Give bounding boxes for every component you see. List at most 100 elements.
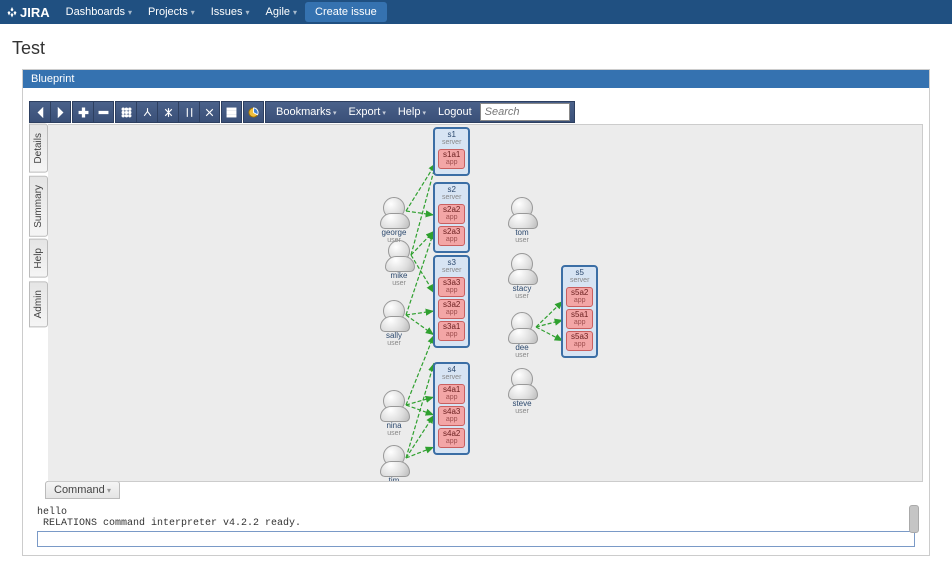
- user-node-sally[interactable]: sallyuser: [378, 300, 410, 348]
- server-label: s2server: [438, 186, 465, 202]
- server-node-s4[interactable]: s4server s4a1apps4a3apps4a2app: [433, 362, 470, 455]
- graph-edge: [406, 311, 434, 315]
- graph-canvas[interactable]: georgeuser mikeuser sallyuser ninauser timus…: [48, 124, 923, 482]
- list-view-button[interactable]: [221, 101, 242, 123]
- brand-text: JIRA: [20, 5, 50, 20]
- user-label: deeuser: [506, 344, 538, 360]
- layout-network-button[interactable]: [157, 101, 178, 123]
- app-node-s4a3[interactable]: s4a3app: [438, 406, 465, 426]
- user-label: timuser: [378, 477, 410, 482]
- console-output: hello RELATIONS command interpreter v4.2…: [31, 505, 921, 529]
- server-label: s4server: [438, 366, 465, 382]
- app-node-s4a1[interactable]: s4a1app: [438, 384, 465, 404]
- sidetab-details[interactable]: Details: [29, 124, 48, 173]
- user-label: sallyuser: [378, 332, 410, 348]
- server-node-s5[interactable]: s5server s5a2apps5a1apps5a3app: [561, 265, 598, 358]
- user-node-tim[interactable]: timuser: [378, 445, 410, 482]
- app-node-s2a3[interactable]: s2a3app: [438, 226, 465, 246]
- graph-edge: [406, 335, 434, 405]
- sidetab-admin[interactable]: Admin: [29, 281, 48, 327]
- help-menu[interactable]: Help: [392, 106, 432, 118]
- blueprint-panel: Blueprint: [22, 69, 930, 556]
- server-node-s1[interactable]: s1server s1a1app: [433, 127, 470, 176]
- chart-button[interactable]: [243, 101, 264, 123]
- command-tab[interactable]: Command: [45, 481, 120, 499]
- app-node-s4a2[interactable]: s4a2app: [438, 428, 465, 448]
- user-node-steve[interactable]: steveuser: [506, 368, 538, 416]
- top-nav: JIRA Dashboards Projects Issues Agile Cr…: [0, 0, 952, 24]
- server-node-s2[interactable]: s2server s2a2apps2a3app: [433, 182, 470, 253]
- user-avatar-icon: [383, 390, 405, 412]
- graph-edge: [406, 415, 434, 458]
- zoom-in-button[interactable]: [72, 101, 93, 123]
- jira-logo[interactable]: JIRA: [6, 5, 50, 20]
- user-avatar-icon: [511, 312, 533, 334]
- layout-tree-button[interactable]: [136, 101, 157, 123]
- app-node-s2a2[interactable]: s2a2app: [438, 204, 465, 224]
- user-node-stacy[interactable]: stacyuser: [506, 253, 538, 301]
- nav-projects[interactable]: Projects: [140, 2, 203, 22]
- server-label: s1server: [438, 131, 465, 147]
- bookmarks-menu[interactable]: Bookmarks: [270, 106, 343, 118]
- app-node-s5a2[interactable]: s5a2app: [566, 287, 593, 307]
- user-label: mikeuser: [383, 272, 415, 288]
- graph-edge: [406, 315, 434, 335]
- app-node-s5a3[interactable]: s5a3app: [566, 331, 593, 351]
- graph-edge: [536, 320, 563, 327]
- console-input[interactable]: [37, 531, 915, 547]
- export-menu[interactable]: Export: [343, 106, 392, 118]
- graph-edge: [406, 363, 434, 458]
- user-node-mike[interactable]: mikeuser: [383, 240, 415, 288]
- page-title: Test: [0, 24, 952, 69]
- user-label: georgeuser: [378, 229, 410, 245]
- create-issue-button[interactable]: Create issue: [305, 2, 387, 22]
- app-node-s5a1[interactable]: s5a1app: [566, 309, 593, 329]
- nav-dashboards[interactable]: Dashboards: [58, 2, 140, 22]
- graph-edge: [536, 327, 563, 341]
- user-label: steveuser: [506, 400, 538, 416]
- graph-edge: [406, 405, 434, 415]
- user-avatar-icon: [511, 253, 533, 275]
- graph-edge: [536, 301, 563, 327]
- app-node-s3a1[interactable]: s3a1app: [438, 321, 465, 341]
- nav-agile[interactable]: Agile: [258, 2, 305, 22]
- graph-edge: [406, 447, 434, 458]
- user-avatar-icon: [383, 300, 405, 322]
- app-node-s3a2[interactable]: s3a2app: [438, 299, 465, 319]
- server-node-s3[interactable]: s3server s3a3apps3a2apps3a1app: [433, 255, 470, 348]
- sidetab-summary[interactable]: Summary: [29, 176, 48, 237]
- user-label: ninauser: [378, 422, 410, 438]
- user-node-nina[interactable]: ninauser: [378, 390, 410, 438]
- user-avatar-icon: [383, 445, 405, 467]
- search-box: [480, 103, 570, 121]
- nav-back-button[interactable]: [29, 101, 50, 123]
- user-label: stacyuser: [506, 285, 538, 301]
- user-avatar-icon: [511, 197, 533, 219]
- graph-edge: [406, 211, 434, 215]
- sidetab-help[interactable]: Help: [29, 239, 48, 278]
- user-node-tom[interactable]: tomuser: [506, 197, 538, 245]
- zoom-out-button[interactable]: [93, 101, 114, 123]
- grid-button[interactable]: [115, 101, 136, 123]
- server-label: s3server: [438, 259, 465, 275]
- panel-header: Blueprint: [23, 70, 929, 88]
- app-node-s3a3[interactable]: s3a3app: [438, 277, 465, 297]
- search-input[interactable]: [480, 103, 570, 121]
- console-scrollbar[interactable]: [909, 505, 919, 533]
- graph-edge: [406, 397, 434, 405]
- server-label: s5server: [566, 269, 593, 285]
- app-node-s1a1[interactable]: s1a1app: [438, 149, 465, 169]
- nav-issues[interactable]: Issues: [203, 2, 258, 22]
- user-node-dee[interactable]: deeuser: [506, 312, 538, 360]
- console: hello RELATIONS command interpreter v4.2…: [31, 505, 921, 547]
- jira-icon: [6, 6, 18, 18]
- nav-forward-button[interactable]: [50, 101, 71, 123]
- user-node-george[interactable]: georgeuser: [378, 197, 410, 245]
- user-avatar-icon: [511, 368, 533, 390]
- toolbar: Bookmarks Export Help Logout: [29, 100, 923, 124]
- layout-radial-button[interactable]: [199, 101, 220, 123]
- layout-vertical-button[interactable]: [178, 101, 199, 123]
- user-avatar-icon: [383, 197, 405, 219]
- logout-button[interactable]: Logout: [432, 106, 478, 118]
- user-label: tomuser: [506, 229, 538, 245]
